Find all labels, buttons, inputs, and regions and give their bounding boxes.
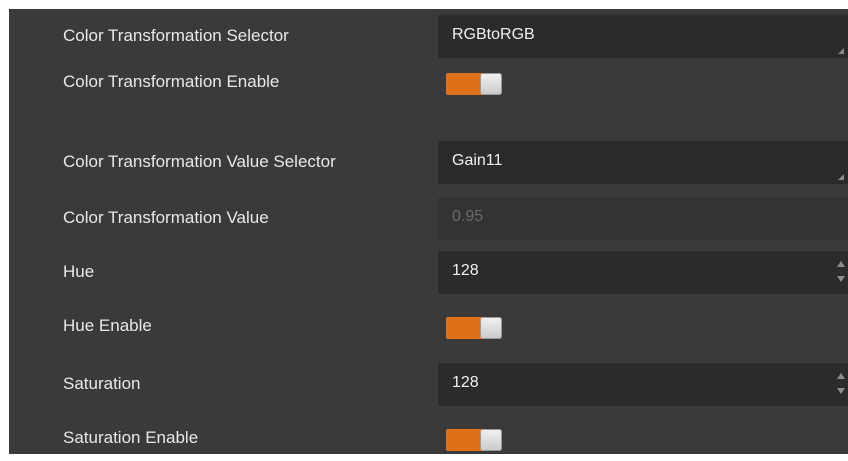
color-transformation-value-field: 0.95	[438, 197, 848, 240]
hue-spinbox[interactable]: 128	[438, 251, 848, 294]
hue-value: 128	[452, 262, 479, 279]
spin-arrows-icon[interactable]	[836, 259, 846, 287]
dropdown-corner-icon	[838, 48, 844, 54]
spin-arrows-icon[interactable]	[836, 371, 846, 399]
color-transformation-value-selector-value: Gain11	[452, 152, 503, 169]
row-color-transformation-selector: Color Transformation Selector RGBtoRGB	[9, 13, 848, 59]
spin-up-icon[interactable]	[837, 261, 845, 267]
color-transformation-selector-label: Color Transformation Selector	[63, 26, 289, 45]
color-transformation-selector-dropdown[interactable]: RGBtoRGB	[438, 15, 848, 58]
row-color-transformation-value: Color Transformation Value 0.95	[9, 195, 848, 241]
row-hue: Hue 128	[9, 249, 848, 295]
saturation-value: 128	[452, 374, 479, 391]
color-transformation-enable-toggle[interactable]	[446, 73, 504, 95]
row-hue-enable: Hue Enable	[9, 303, 848, 349]
hue-label: Hue	[63, 262, 95, 281]
toggle-knob	[480, 73, 502, 95]
saturation-spinbox[interactable]: 128	[438, 363, 848, 406]
hue-enable-label: Hue Enable	[63, 316, 152, 335]
row-color-transformation-enable: Color Transformation Enable	[9, 59, 848, 105]
property-panel: Color Transformation Selector RGBtoRGB C…	[9, 9, 848, 454]
color-transformation-value-selector-dropdown[interactable]: Gain11	[438, 141, 848, 184]
row-color-transformation-value-selector: Color Transformation Value Selector Gain…	[9, 139, 848, 185]
spin-down-icon[interactable]	[837, 276, 845, 282]
dropdown-corner-icon	[838, 174, 844, 180]
color-transformation-value-value: 0.95	[452, 208, 484, 225]
toggle-knob	[480, 429, 502, 451]
saturation-enable-toggle[interactable]	[446, 429, 504, 451]
color-transformation-selector-value: RGBtoRGB	[452, 26, 535, 43]
row-saturation-enable: Saturation Enable	[9, 415, 848, 461]
color-transformation-enable-label: Color Transformation Enable	[63, 72, 280, 91]
saturation-enable-label: Saturation Enable	[63, 428, 199, 447]
saturation-label: Saturation	[63, 374, 141, 393]
spin-down-icon[interactable]	[837, 388, 845, 394]
color-transformation-value-selector-label: Color Transformation Value Selector	[63, 152, 336, 171]
toggle-knob	[480, 317, 502, 339]
hue-enable-toggle[interactable]	[446, 317, 504, 339]
spin-up-icon[interactable]	[837, 373, 845, 379]
color-transformation-value-label: Color Transformation Value	[63, 208, 269, 227]
row-saturation: Saturation 128	[9, 361, 848, 407]
